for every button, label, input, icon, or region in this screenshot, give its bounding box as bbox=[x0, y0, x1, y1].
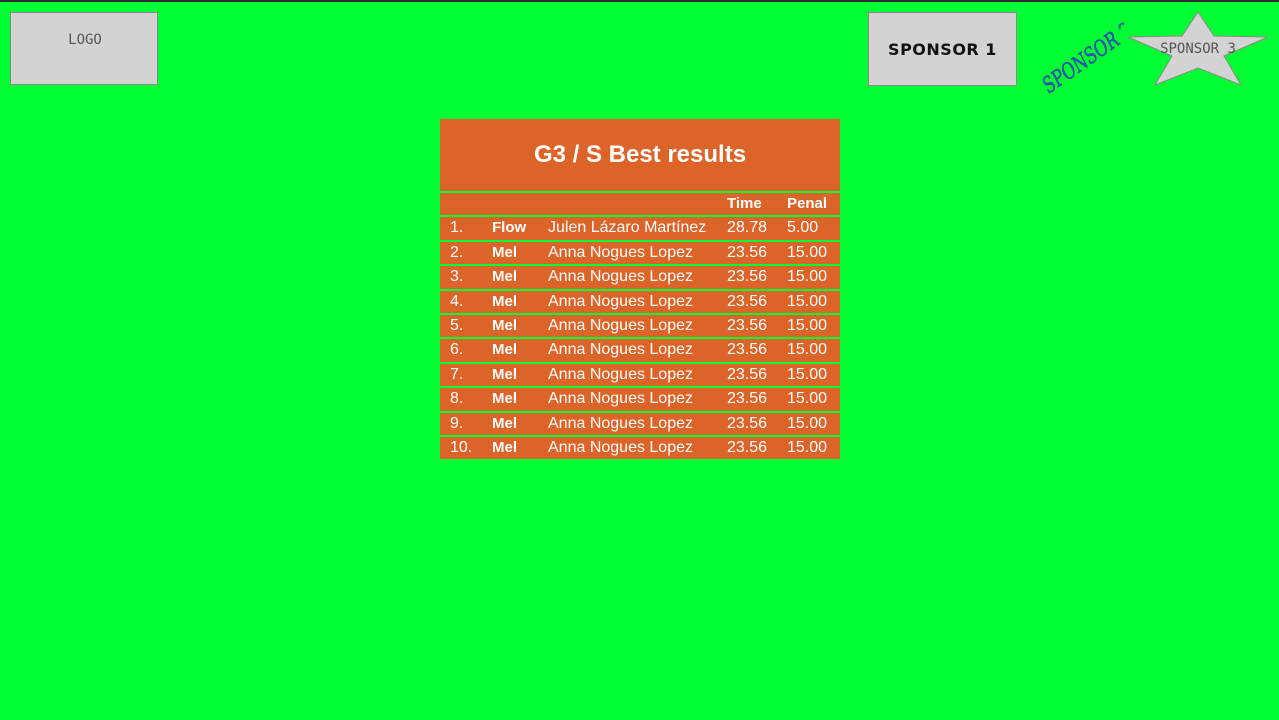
penalty-cell: 15.00 bbox=[787, 316, 828, 334]
result-row: 7. Mel Anna Nogues Lopez 23.56 15.00 bbox=[440, 363, 840, 387]
result-row: 4. Mel Anna Nogues Lopez 23.56 15.00 bbox=[440, 290, 840, 313]
result-row: 6. Mel Anna Nogues Lopez 23.56 15.00 bbox=[440, 339, 840, 362]
time-cell: 28.78 bbox=[727, 219, 768, 237]
club-cell: Mel bbox=[492, 316, 518, 334]
result-row: 2. Mel Anna Nogues Lopez 23.56 15.00 bbox=[440, 241, 840, 265]
penalty-cell: 15.00 bbox=[787, 292, 828, 310]
rank-cell: 10. bbox=[450, 438, 473, 456]
results-title: G3 / S Best results bbox=[440, 119, 840, 191]
top-border bbox=[0, 0, 1279, 2]
logo-label: LOGO bbox=[68, 32, 102, 48]
time-cell: 23.56 bbox=[727, 414, 768, 432]
result-row: 3. Mel Anna Nogues Lopez 23.56 15.00 bbox=[440, 266, 840, 289]
club-cell: Mel bbox=[492, 341, 518, 359]
club-cell: Mel bbox=[492, 243, 518, 261]
rank-cell: 1. bbox=[450, 219, 464, 237]
time-cell: 23.56 bbox=[727, 268, 768, 286]
athlete-name-cell: Anna Nogues Lopez bbox=[548, 438, 693, 456]
results-panel: G3 / S Best results Time Penal 1. Flow Jul… bbox=[440, 119, 840, 461]
penalty-cell: 15.00 bbox=[787, 390, 828, 408]
time-cell: 23.56 bbox=[727, 243, 768, 261]
rank-cell: 9. bbox=[450, 414, 464, 432]
athlete-name-cell: Anna Nogues Lopez bbox=[548, 243, 693, 261]
penalty-cell: 15.00 bbox=[787, 414, 828, 432]
sponsor-2-logo: SPONSOR 2 bbox=[1038, 18, 1124, 93]
penalty-cell: 15.00 bbox=[787, 365, 828, 383]
result-row: 10. Mel Anna Nogues Lopez 23.56 15.00 bbox=[440, 436, 840, 460]
time-cell: 23.56 bbox=[727, 341, 768, 359]
rank-cell: 8. bbox=[450, 390, 464, 408]
result-row: 1. Flow Julen Lázaro Martínez 28.78 5.00 bbox=[440, 217, 840, 240]
athlete-name-cell: Anna Nogues Lopez bbox=[548, 414, 693, 432]
athlete-name-cell: Anna Nogues Lopez bbox=[548, 316, 693, 334]
rank-cell: 7. bbox=[450, 365, 464, 383]
penalty-cell: 5.00 bbox=[787, 219, 819, 237]
club-cell: Mel bbox=[492, 268, 518, 286]
penalty-cell: 15.00 bbox=[787, 268, 828, 286]
result-row: 8. Mel Anna Nogues Lopez 23.56 15.00 bbox=[440, 388, 840, 411]
sponsor-1-label: SPONSOR 1 bbox=[888, 39, 997, 59]
club-cell: Mel bbox=[492, 390, 518, 408]
time-cell: 23.56 bbox=[727, 390, 768, 408]
club-cell: Mel bbox=[492, 365, 518, 383]
time-cell: 23.56 bbox=[727, 365, 768, 383]
athlete-name-cell: Anna Nogues Lopez bbox=[548, 292, 693, 310]
athlete-name-cell: Anna Nogues Lopez bbox=[548, 268, 693, 286]
penalty-cell: 15.00 bbox=[787, 341, 828, 359]
time-header: Time bbox=[727, 195, 762, 212]
club-cell: Mel bbox=[492, 414, 518, 432]
results-rows: 1. Flow Julen Lázaro Martínez 28.78 5.00 2. Me… bbox=[440, 217, 840, 460]
time-cell: 23.56 bbox=[727, 316, 768, 334]
athlete-name-cell: Anna Nogues Lopez bbox=[548, 365, 693, 383]
athlete-name-cell: Anna Nogues Lopez bbox=[548, 341, 693, 359]
logo-placeholder: LOGO bbox=[10, 12, 158, 85]
result-row: 5. Mel Anna Nogues Lopez 23.56 15.00 bbox=[440, 314, 840, 338]
result-row: 9. Mel Anna Nogues Lopez 23.56 15.00 bbox=[440, 412, 840, 435]
penalty-header: Penal bbox=[787, 195, 828, 212]
rank-cell: 3. bbox=[450, 268, 464, 286]
rank-cell: 6. bbox=[450, 341, 464, 359]
sponsor-3-star: SPONSOR 3 bbox=[1127, 11, 1269, 86]
rank-cell: 2. bbox=[450, 243, 464, 261]
athlete-name-cell: Anna Nogues Lopez bbox=[548, 390, 693, 408]
rank-cell: 5. bbox=[450, 316, 464, 334]
penalty-cell: 15.00 bbox=[787, 243, 828, 261]
sponsor-2-label: SPONSOR 2 bbox=[1038, 19, 1124, 93]
rank-cell: 4. bbox=[450, 292, 464, 310]
club-cell: Flow bbox=[492, 219, 527, 237]
club-cell: Mel bbox=[492, 292, 518, 310]
sponsor-3-label: SPONSOR 3 bbox=[1160, 41, 1236, 57]
penalty-cell: 15.00 bbox=[787, 438, 828, 456]
athlete-name-cell: Julen Lázaro Martínez bbox=[548, 219, 707, 237]
time-cell: 23.56 bbox=[727, 292, 768, 310]
sponsor-1-box: SPONSOR 1 bbox=[868, 12, 1017, 86]
time-cell: 23.56 bbox=[727, 438, 768, 456]
results-header-row: Time Penal bbox=[440, 193, 840, 216]
club-cell: Mel bbox=[492, 438, 518, 456]
